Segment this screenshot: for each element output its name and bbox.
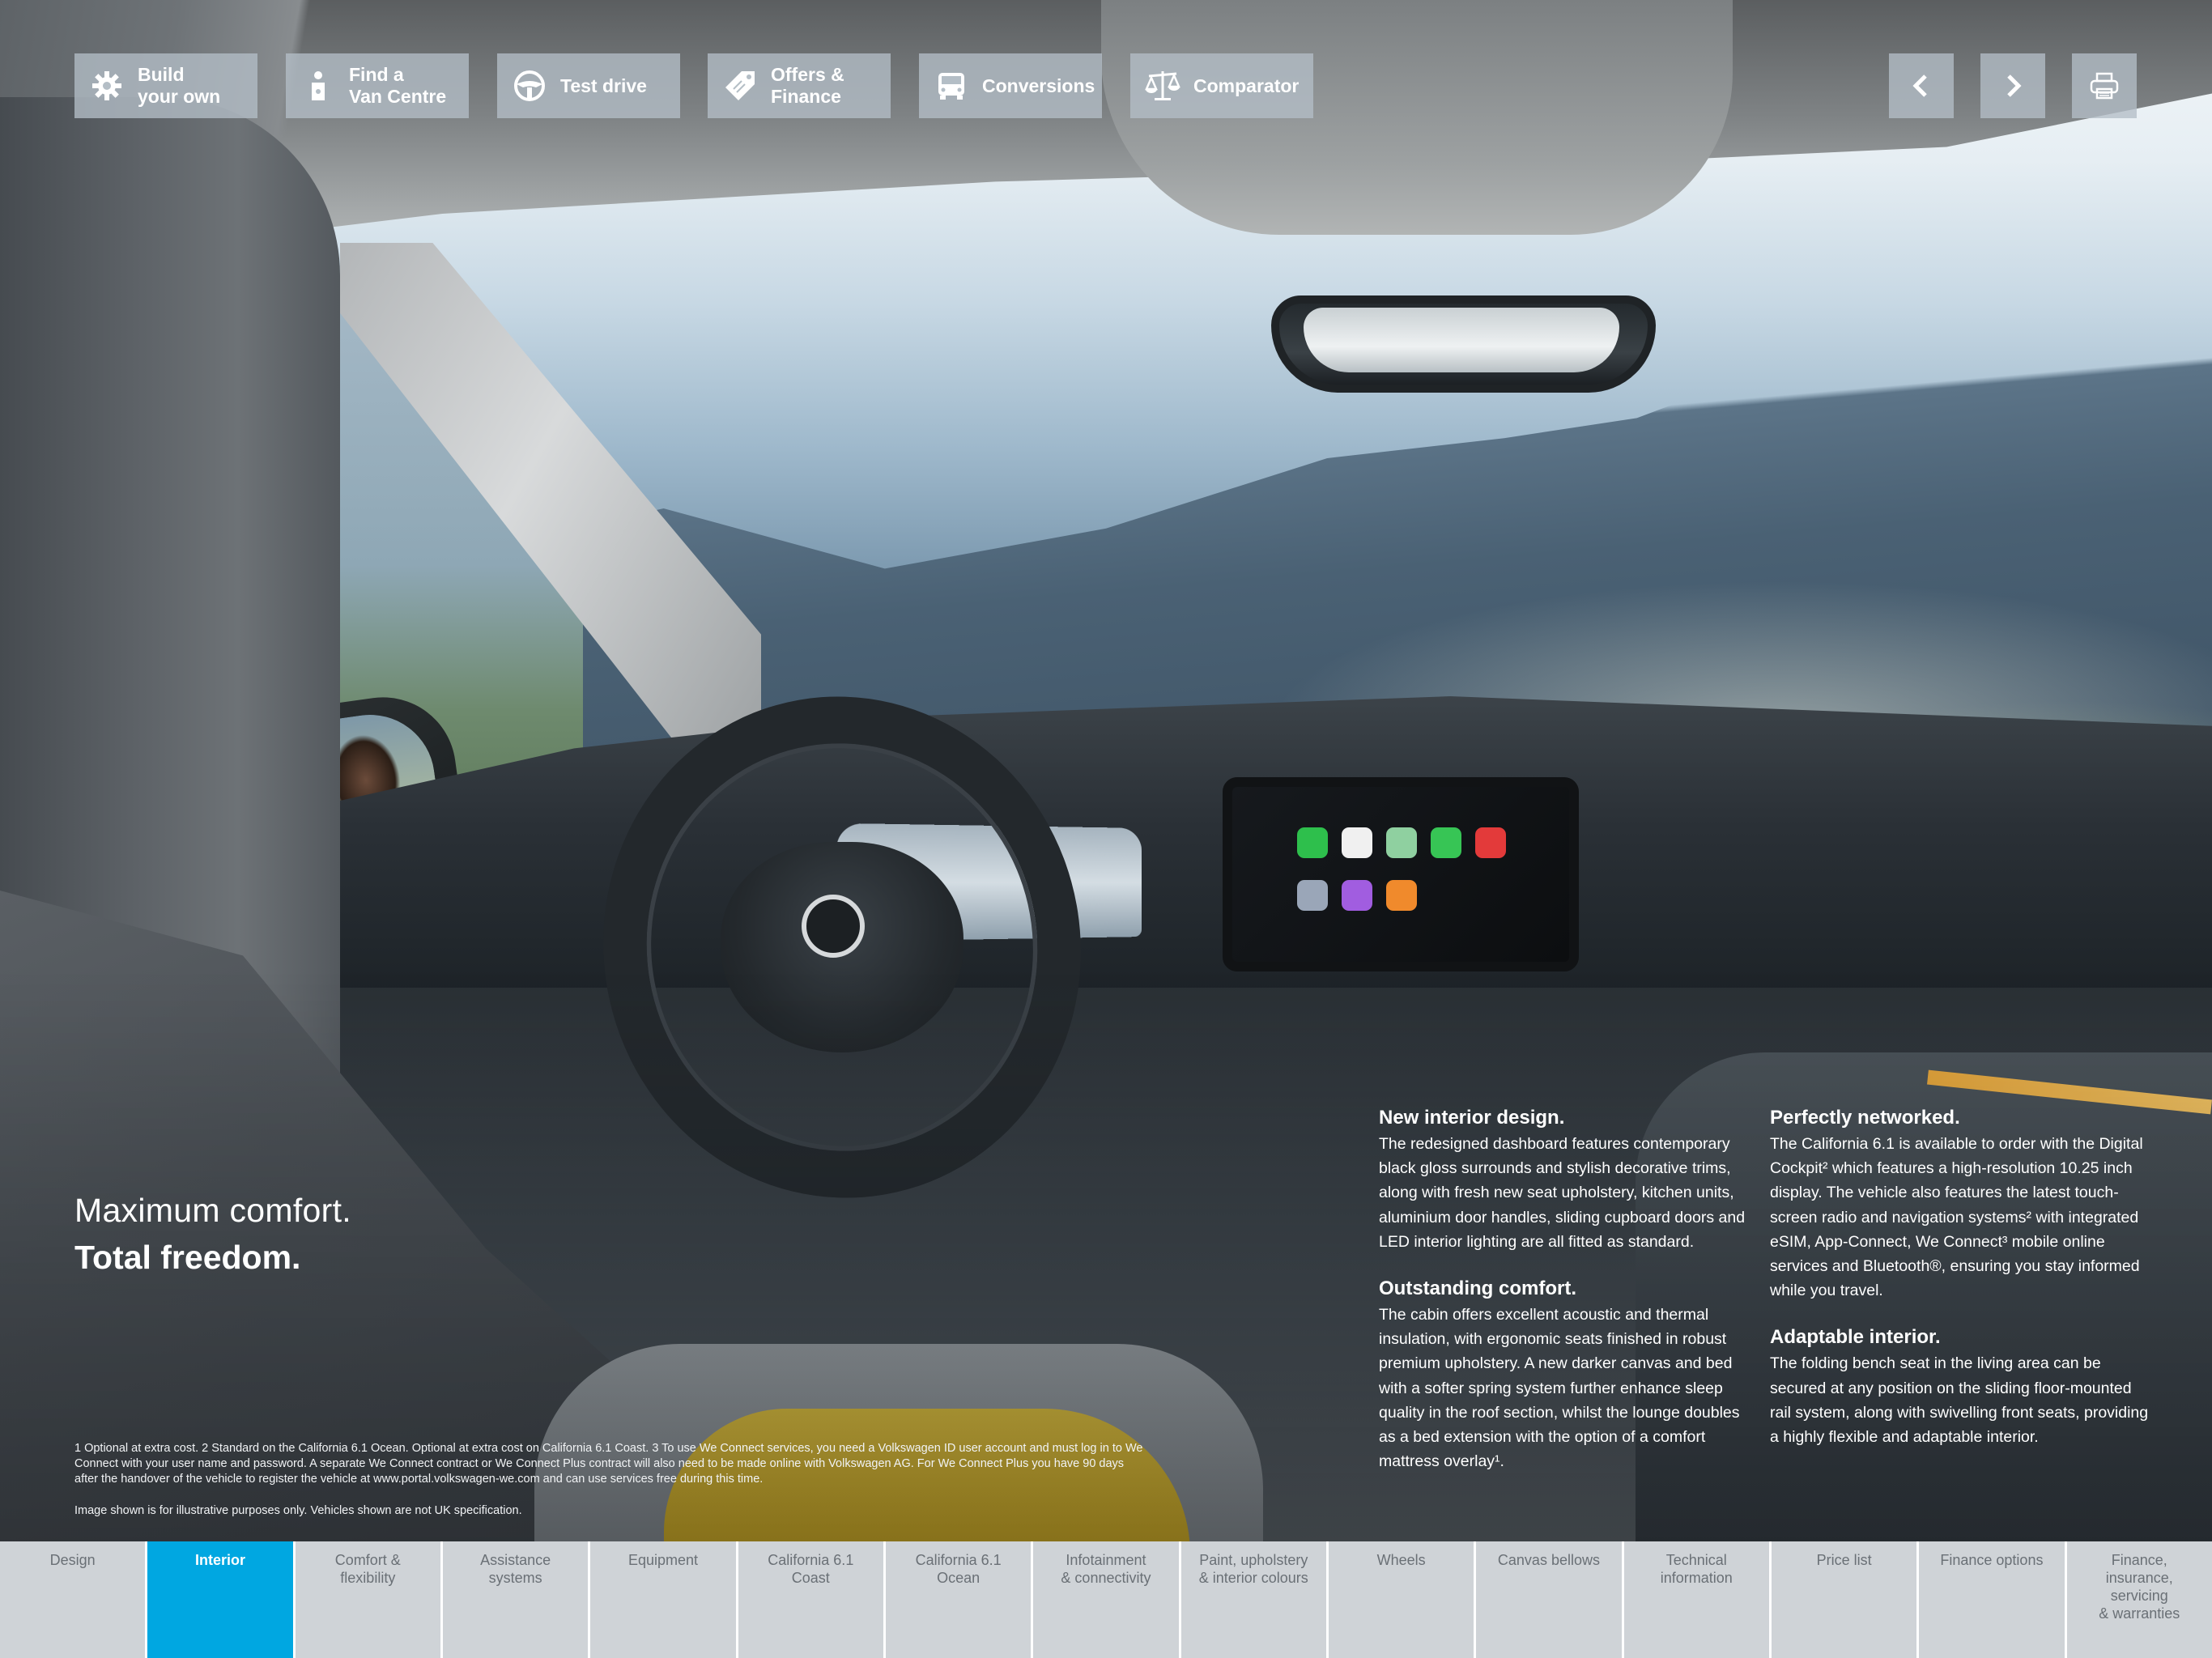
- feature-title: Adaptable interior.: [1770, 1326, 1941, 1349]
- maps-app-icon: [1386, 827, 1417, 858]
- settings-app-icon: [1297, 880, 1328, 911]
- price-tag-icon: [722, 68, 758, 104]
- section-navigation: Design Interior Comfort & flexibility As…: [0, 1541, 2212, 1658]
- feature-body: The redesigned dashboard features contem…: [1379, 1135, 1746, 1251]
- footnotes: 1 Optional at extra cost. 2 Standard on …: [74, 1441, 1143, 1519]
- page-headline: Maximum comfort. Total freedom.: [74, 1188, 351, 1282]
- printer-icon: [2090, 72, 2119, 100]
- footnote-text: 1 Optional at extra cost. 2 Standard on …: [74, 1442, 1143, 1486]
- nav-tab-interior[interactable]: Interior: [147, 1541, 296, 1658]
- messages-app-icon: [1431, 827, 1461, 858]
- rear-view-mirror-glass: [1304, 308, 1619, 372]
- scales-icon: [1145, 68, 1180, 104]
- previous-page-button[interactable]: [1889, 53, 1954, 118]
- chevron-right-icon: [2007, 74, 2022, 97]
- feature-body: The cabin offers excellent acoustic and …: [1379, 1306, 1740, 1471]
- find-van-centre-button[interactable]: Find a Van Centre: [286, 53, 469, 118]
- feature-column-left: New interior design. The redesigned dash…: [1379, 1106, 1759, 1496]
- location-person-icon: [300, 68, 336, 104]
- feature-body: The folding bench seat in the living are…: [1770, 1354, 2149, 1447]
- build-your-own-button[interactable]: Build your own: [74, 53, 257, 118]
- music-app-icon: [1342, 827, 1372, 858]
- test-drive-button[interactable]: Test drive: [497, 53, 680, 118]
- feature-title: Outstanding comfort.: [1379, 1278, 1576, 1300]
- gear-icon: [89, 68, 125, 104]
- comparator-label: Comparator: [1193, 74, 1300, 96]
- chevron-left-icon: [1912, 74, 1927, 97]
- phone-app-icon: [1297, 827, 1328, 858]
- next-page-button[interactable]: [1980, 53, 2045, 118]
- vw-logo-icon: [802, 895, 865, 958]
- nav-tab-design[interactable]: Design: [0, 1541, 148, 1658]
- feature-title: Perfectly networked.: [1770, 1107, 1960, 1129]
- conversions-button[interactable]: Conversions: [919, 53, 1102, 118]
- offers-finance-button[interactable]: Offers & Finance: [708, 53, 891, 118]
- feature-outstanding-comfort: Outstanding comfort. The cabin offers ex…: [1379, 1277, 1759, 1473]
- find-van-centre-label: Find a Van Centre: [349, 64, 447, 107]
- nav-tab-california-coast[interactable]: California 6.1 Coast: [738, 1541, 886, 1658]
- image-disclaimer: Image shown is for illustrative purposes…: [74, 1504, 522, 1517]
- feature-adaptable-interior: Adaptable interior. The folding bench se…: [1770, 1325, 2150, 1449]
- books-app-icon: [1386, 880, 1417, 911]
- build-your-own-label: Build your own: [138, 64, 221, 107]
- feature-perfectly-networked: Perfectly networked. The California 6.1 …: [1770, 1106, 2150, 1303]
- video-app-icon: [1475, 827, 1506, 858]
- nav-tab-infotainment[interactable]: Infotainment & connectivity: [1033, 1541, 1181, 1658]
- infotainment-screen: [1223, 777, 1579, 971]
- nav-tab-comfort-flexibility[interactable]: Comfort & flexibility: [295, 1541, 443, 1658]
- nav-tab-price-list[interactable]: Price list: [1771, 1541, 1920, 1658]
- podcasts-app-icon: [1342, 880, 1372, 911]
- nav-tab-canvas-bellows[interactable]: Canvas bellows: [1476, 1541, 1624, 1658]
- offers-finance-label: Offers & Finance: [771, 64, 844, 107]
- nav-tab-technical-information[interactable]: Technical information: [1623, 1541, 1772, 1658]
- print-button[interactable]: [2072, 53, 2137, 118]
- nav-tab-finance-insurance[interactable]: Finance, insurance, servicing & warranti…: [2066, 1541, 2212, 1658]
- feature-column-right: Perfectly networked. The California 6.1 …: [1770, 1106, 2150, 1472]
- van-front-icon: [934, 68, 969, 104]
- headline-line-2: Total freedom.: [74, 1239, 301, 1276]
- nav-tab-paint-upholstery[interactable]: Paint, upholstery & interior colours: [1180, 1541, 1329, 1658]
- nav-tab-assistance-systems[interactable]: Assistance systems: [442, 1541, 591, 1658]
- feature-title: New interior design.: [1379, 1107, 1565, 1129]
- test-drive-label: Test drive: [560, 74, 647, 96]
- feature-new-interior-design: New interior design. The redesigned dash…: [1379, 1106, 1759, 1254]
- feature-body: The California 6.1 is available to order…: [1770, 1135, 2143, 1300]
- comparator-button[interactable]: Comparator: [1130, 53, 1313, 118]
- nav-tab-california-ocean[interactable]: California 6.1 Ocean: [885, 1541, 1034, 1658]
- conversions-label: Conversions: [982, 74, 1095, 96]
- steering-wheel-icon: [512, 68, 547, 104]
- nav-tab-wheels[interactable]: Wheels: [1328, 1541, 1477, 1658]
- nav-tab-equipment[interactable]: Equipment: [590, 1541, 738, 1658]
- nav-tab-finance-options[interactable]: Finance options: [1919, 1541, 2067, 1658]
- headline-line-1: Maximum comfort.: [74, 1192, 351, 1229]
